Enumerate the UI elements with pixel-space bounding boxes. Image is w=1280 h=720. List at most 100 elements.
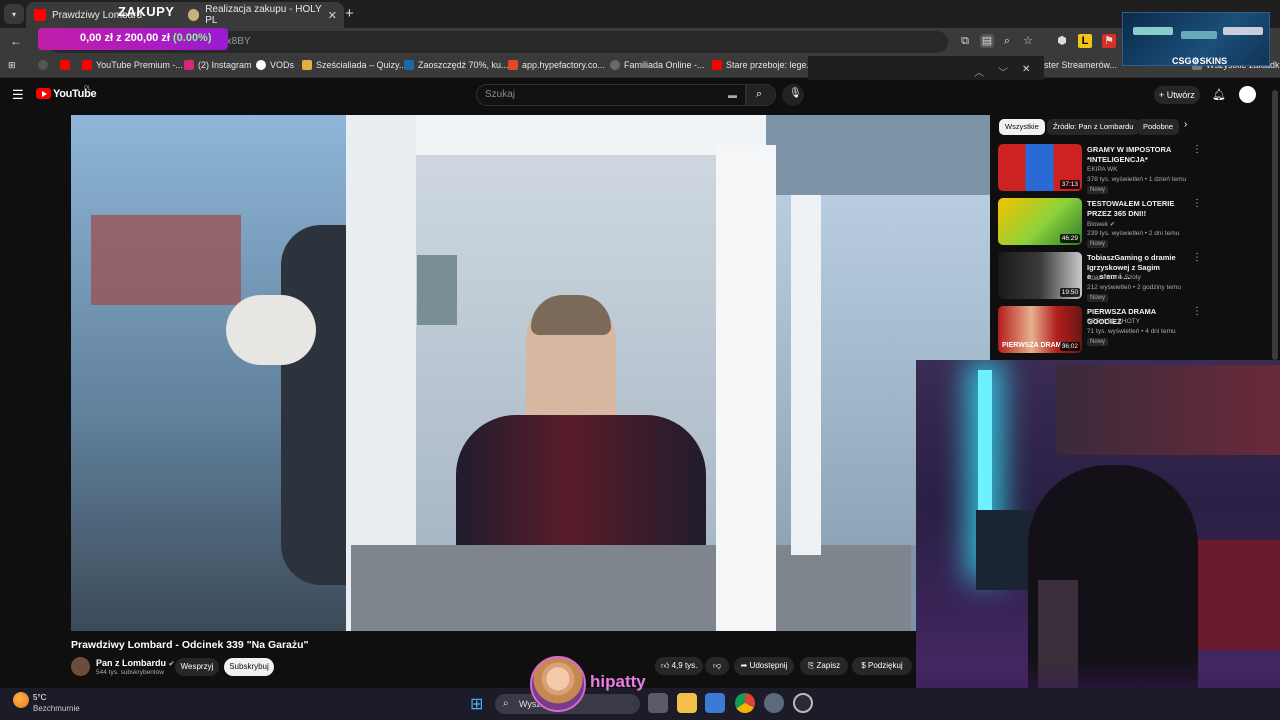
thanks-button[interactable]: $ Podziękuj [852, 657, 912, 675]
video-player[interactable] [71, 115, 990, 631]
task-view-icon[interactable] [648, 693, 668, 713]
chip-source[interactable]: Źródło: Pan z Lombardu [1047, 119, 1140, 135]
bookmark-vods[interactable]: VODs [256, 60, 294, 70]
bookmark-youtube-icon[interactable] [60, 60, 74, 70]
windows-start-icon[interactable]: ⊞ [470, 694, 483, 714]
bookmark-youtube-premium[interactable]: YouTube Premium -... [82, 60, 183, 70]
store-icon[interactable] [705, 693, 725, 713]
holy-favicon-icon [188, 9, 200, 21]
recommendation-meta: 239 tys. wyświetleń • 2 dni temu [1087, 230, 1180, 237]
recommendation-thumbnail[interactable]: PIERWSZA DRAMA 36:02 [998, 306, 1082, 353]
more-options-icon[interactable]: ⋮ [1192, 306, 1202, 317]
recommendation-title[interactable]: GRAMY W IMPOSTORA *INTELIGENCJA* [1087, 145, 1189, 164]
bookmark-icon-only[interactable] [38, 60, 52, 70]
like-button[interactable]: 👍︎ 4,9 tys. [655, 657, 703, 675]
obs-icon[interactable] [793, 693, 813, 713]
subscribe-button[interactable]: Subskrybuj [224, 658, 274, 676]
streamer-avatar [530, 656, 586, 712]
more-options-icon[interactable]: ⋮ [1192, 198, 1202, 209]
subscriber-count: 544 tys. subskrybentów [96, 669, 164, 676]
csg-skins-label: CSG⚙SKINS [1172, 56, 1228, 66]
wall-poster [1056, 365, 1280, 455]
gun-graphic [1223, 27, 1263, 35]
bookmark-hypefactory[interactable]: app.hypefactory.co... [508, 60, 605, 70]
open-window-frame [791, 195, 821, 555]
tab-search-button[interactable]: ▾ [4, 4, 24, 24]
window-frame-right [716, 145, 776, 631]
file-explorer-icon[interactable] [677, 693, 697, 713]
chip-all[interactable]: Wszystkie [999, 119, 1045, 135]
bookmark-instagram[interactable]: (2) Instagram [184, 60, 252, 70]
duration-badge: 36:02 [1059, 342, 1080, 351]
weather-moon-icon[interactable] [13, 692, 29, 708]
recommendation-channel[interactable]: SERHITO SHOTY [1087, 318, 1140, 325]
find-next-icon[interactable]: ﹀ [998, 64, 1008, 79]
counter [351, 545, 911, 631]
bookmark-streamerow[interactable]: ster Streamerów... [1044, 60, 1117, 70]
recommendation-channel[interactable]: EKIPA WK [1087, 166, 1118, 173]
create-button[interactable]: + Utwórz [1154, 86, 1200, 104]
extension-l-icon[interactable]: L [1078, 34, 1092, 48]
youtube-search-button[interactable]: ⌕ [746, 84, 776, 106]
zoom-icon[interactable]: ⌕ [1000, 34, 1014, 48]
bookmark-szescialiada[interactable]: Sześcialiada – Quizy... [302, 60, 406, 70]
save-icon: ⎘ [807, 661, 815, 670]
back-icon[interactable]: ← [10, 34, 22, 48]
account-avatar[interactable] [1239, 86, 1256, 103]
more-options-icon[interactable]: ⋮ [1192, 144, 1202, 155]
chrome-icon[interactable] [735, 693, 755, 713]
voice-search-button[interactable]: 🎙︎ [782, 84, 804, 106]
weather-description[interactable]: Bezchmurnie [33, 704, 80, 713]
extension-icon[interactable]: ⬢ [1055, 34, 1069, 48]
settings-gear-icon[interactable] [764, 693, 784, 713]
search-icon: ⌕ [503, 698, 509, 709]
bookmarks-bar: ⊞ YouTube Premium -... (2) Instagram VOD… [0, 56, 1280, 78]
bookmark-stare-przeboje[interactable]: Stare przeboje: lege... [712, 60, 814, 70]
recommendation-channel[interactable]: Blowek ✔ [1087, 220, 1115, 228]
channel-avatar[interactable] [71, 657, 90, 676]
donation-goal: 200,00 zł [124, 32, 170, 44]
search-placeholder: Szukaj [485, 89, 516, 100]
channel-name-text: Pan z Lombardu [96, 658, 167, 668]
notifications-bell-icon[interactable]: 🔔︎ [1212, 88, 1226, 101]
close-tab-icon[interactable]: ✕ [328, 9, 337, 22]
bookmark-steam[interactable]: Zaoszczędź 70%, ku... [404, 60, 509, 70]
gun-graphic [1181, 31, 1217, 39]
new-tab-icon[interactable]: + [345, 5, 354, 22]
recommendation-thumbnail[interactable]: 46:29 [998, 198, 1082, 245]
bookmark-familiada[interactable]: Familiada Online -... [610, 60, 705, 70]
verified-icon: ✔ [168, 661, 175, 668]
donation-percent: (0.00%) [172, 32, 212, 44]
star-icon[interactable]: ☆ [1021, 34, 1035, 48]
plus-icon: + [1159, 90, 1165, 100]
share-button[interactable]: ➦ Udostępnij [734, 657, 794, 675]
recommendation-thumbnail[interactable]: 37:13 [998, 144, 1082, 191]
save-button[interactable]: ⎘ Zapisz [800, 657, 848, 675]
recommendation-title[interactable]: TESTOWAŁEM LOTERIE PRZEZ 365 DNI!! [1087, 199, 1189, 218]
support-button[interactable]: Wesprzyj [175, 658, 219, 676]
dislike-button[interactable]: 👎︎ [705, 657, 729, 675]
extension-red-icon[interactable]: ⚑ [1102, 34, 1116, 48]
recommendation-channel[interactable]: Anarchiczne Szoty [1087, 274, 1141, 281]
youtube-logo-icon[interactable] [36, 88, 51, 99]
chip-similar[interactable]: Podobne [1137, 119, 1179, 135]
recommendation-thumbnail[interactable]: 19:50 [998, 252, 1082, 299]
weather-temperature[interactable]: 5°C [33, 693, 46, 702]
find-close-icon[interactable]: ✕ [1022, 64, 1030, 75]
hamburger-menu-icon[interactable]: ☰ [12, 87, 24, 103]
page-scrollbar[interactable] [1272, 90, 1278, 360]
channel-name[interactable]: Pan z Lombardu ✔ [96, 658, 174, 668]
reader-mode-icon[interactable]: ▤ [980, 34, 994, 48]
chevron-right-icon[interactable]: › [1184, 119, 1187, 130]
install-app-icon[interactable]: ⧉ [958, 34, 972, 48]
keyboard-icon[interactable]: ▬ [728, 85, 737, 105]
new-badge: Nowy [1087, 186, 1109, 194]
more-options-icon[interactable]: ⋮ [1192, 252, 1202, 263]
youtube-favicon-icon [34, 9, 46, 21]
youtube-search-input[interactable]: Szukaj ▬ [476, 84, 746, 106]
find-prev-icon[interactable]: ︿ [974, 64, 984, 79]
tab-holy[interactable]: Realizacja zakupu - HOLY PL ✕ [180, 2, 345, 28]
apps-grid-icon[interactable]: ⊞ [8, 60, 16, 71]
save-label: Zapisz [816, 661, 841, 670]
donation-goal-progress: 0,00 zł z 200,00 zł (0.00%) [80, 32, 212, 44]
